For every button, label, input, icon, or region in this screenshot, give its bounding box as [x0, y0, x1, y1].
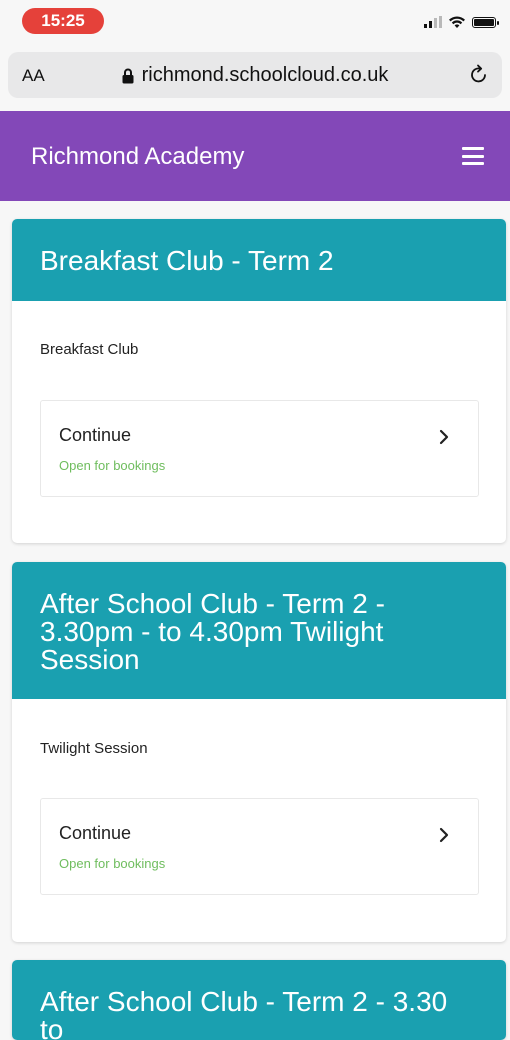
booking-option-row[interactable]: Continue Open for bookings: [40, 400, 479, 497]
card-header: After School Club - Term 2 - 3.30pm - to…: [12, 562, 506, 699]
card-description: Twilight Session: [40, 740, 148, 757]
card-header: After School Club - Term 2 - 3.30 to: [12, 960, 506, 1040]
card-body: Twilight Session Continue Open for booki…: [12, 699, 506, 942]
status-icons: [424, 14, 499, 30]
club-card-breakfast: Breakfast Club - Term 2 Breakfast Club C…: [12, 219, 506, 543]
lock-icon: [122, 68, 134, 83]
cellular-signal-icon: [424, 16, 442, 28]
url-text: richmond.schoolcloud.co.uk: [141, 64, 389, 86]
card-title: Breakfast Club - Term 2: [40, 245, 334, 276]
club-card-after-school: After School Club - Term 2 - 3.30 to: [12, 960, 506, 1040]
battery-icon: [472, 16, 499, 28]
status-time[interactable]: 15:25: [22, 8, 104, 34]
card-header: Breakfast Club - Term 2: [12, 219, 506, 301]
card-description: Breakfast Club: [40, 341, 139, 358]
booking-option-row[interactable]: Continue Open for bookings: [40, 798, 479, 895]
booking-status: Open for bookings: [59, 856, 166, 871]
browser-address-bar[interactable]: AA richmond.schoolcloud.co.uk: [8, 52, 502, 98]
card-title: After School Club - Term 2 - 3.30 to: [40, 986, 448, 1040]
hamburger-menu-icon[interactable]: [462, 147, 484, 165]
club-card-twilight: After School Club - Term 2 - 3.30pm - to…: [12, 562, 506, 942]
reload-icon[interactable]: [468, 63, 490, 85]
card-body: Breakfast Club Continue Open for booking…: [12, 301, 506, 543]
chevron-right-icon: [439, 429, 449, 445]
chevron-right-icon: [439, 827, 449, 843]
address-field[interactable]: richmond.schoolcloud.co.uk: [8, 64, 502, 87]
app-header: Richmond Academy: [0, 111, 510, 201]
continue-label: Continue: [59, 823, 132, 843]
continue-label: Continue: [59, 425, 132, 445]
booking-status: Open for bookings: [59, 458, 166, 473]
app-title: Richmond Academy: [31, 143, 245, 170]
wifi-icon: [449, 16, 465, 28]
card-title: After School Club - Term 2 - 3.30pm - to…: [40, 588, 385, 675]
status-bar: 15:25: [0, 0, 510, 44]
status-time-label: 15:25: [41, 11, 85, 30]
